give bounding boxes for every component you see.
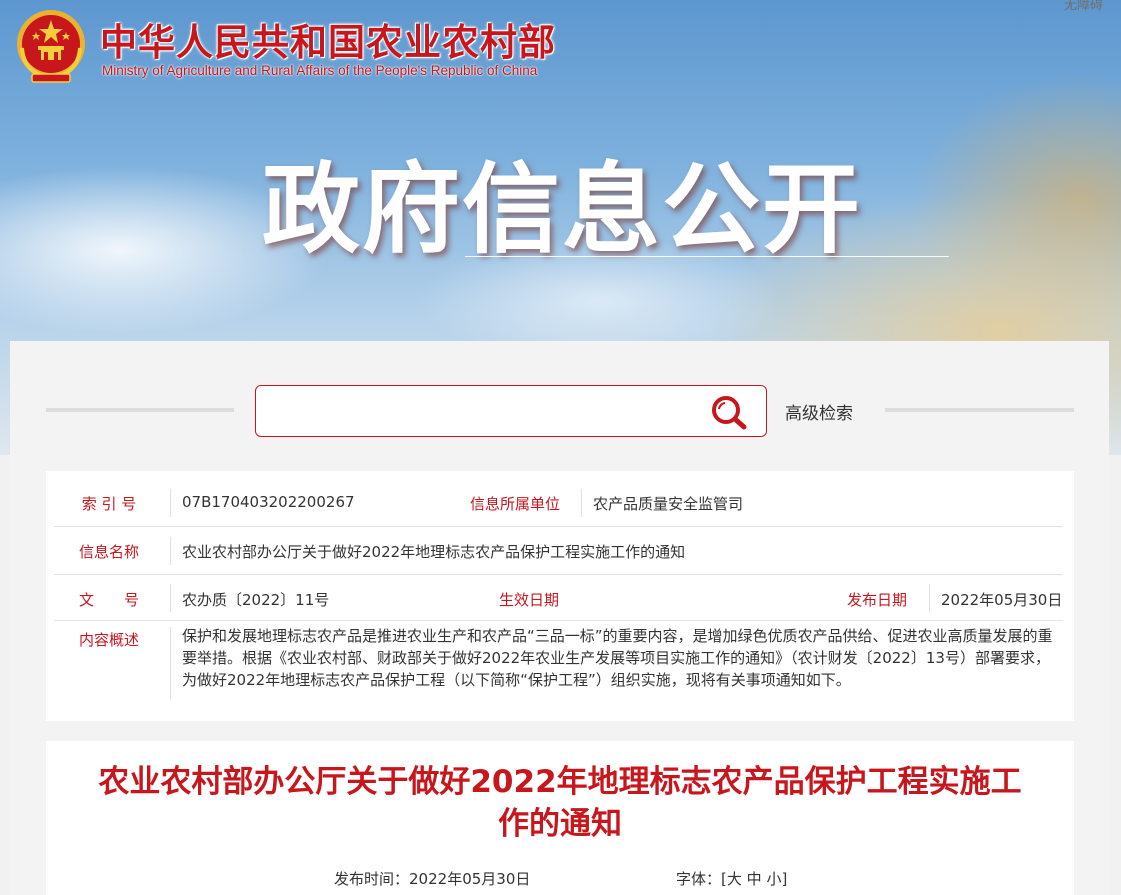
article-title: 农业农村部办公厅关于做好2022年地理标志农产品保护工程实施工作的通知	[98, 764, 1022, 842]
search-row: 高级检索	[10, 341, 1109, 471]
meta-separator	[581, 489, 582, 517]
index-label: 索 引 号	[81, 495, 137, 513]
font-medium-button[interactable]: 中	[747, 870, 762, 888]
effective-date-label: 生效日期	[498, 591, 559, 609]
accessibility-link[interactable]: 无障碍	[1064, 0, 1103, 13]
doc-number-value: 农办质〔2022〕11号	[182, 591, 330, 609]
meta-row-index: 索 引 号 07B170403202200267 信息所属单位 农产品质量安全监…	[54, 479, 1063, 527]
search-box	[255, 385, 767, 437]
summary-label: 内容概述	[78, 631, 139, 649]
name-label: 信息名称	[78, 543, 139, 561]
metadata-table: 索 引 号 07B170403202200267 信息所属单位 农产品质量安全监…	[46, 471, 1074, 721]
publish-time-label: 发布时间：	[334, 870, 410, 888]
banner-divider	[465, 256, 949, 257]
search-divider-right	[885, 408, 1074, 412]
meta-separator	[170, 489, 171, 517]
meta-separator	[170, 627, 171, 699]
meta-separator	[170, 584, 171, 612]
font-large-button[interactable]: 大	[727, 870, 742, 888]
meta-separator	[929, 584, 930, 612]
search-icon[interactable]	[710, 394, 748, 430]
unit-value: 农产品质量安全监管司	[593, 495, 744, 513]
meta-row-doc: 文 号 农办质〔2022〕11号 生效日期 发布日期 2022年05月30日	[54, 575, 1063, 621]
banner-title: 政府信息公开	[262, 153, 863, 267]
article: 农业农村部办公厅关于做好2022年地理标志农产品保护工程实施工作的通知 发布时间…	[46, 741, 1074, 895]
publish-date-value: 2022年05月30日	[941, 591, 1063, 609]
publish-time: 发布时间：2022年05月30日	[334, 868, 530, 889]
publish-time-value: 2022年05月30日	[409, 870, 531, 888]
summary-value: 保护和发展地理标志农产品是推进农业生产和农产品“三品一标”的重要内容，是增加绿色…	[182, 627, 1053, 689]
font-size-control: 字体：[大 中 小]	[676, 868, 787, 889]
search-divider-left	[46, 408, 234, 412]
doc-number-label: 文 号	[78, 591, 139, 609]
advanced-search-link[interactable]: 高级检索	[785, 399, 853, 424]
name-value: 农业农村部办公厅关于做好2022年地理标志农产品保护工程实施工作的通知	[182, 543, 686, 561]
national-emblem-icon	[17, 10, 85, 83]
publish-date-label: 发布日期	[846, 591, 907, 609]
index-value: 07B170403202200267	[182, 493, 355, 511]
site-name-en: Ministry of Agriculture and Rural Affair…	[102, 63, 538, 78]
search-input[interactable]	[266, 396, 696, 426]
font-small-button[interactable]: 小	[766, 870, 781, 888]
meta-row-name: 信息名称 农业农村部办公厅关于做好2022年地理标志农产品保护工程实施工作的通知	[54, 527, 1063, 575]
main-panel: 高级检索 索 引 号 07B170403202200267 信息所属单位 农产品…	[10, 341, 1109, 895]
site-name-cn: 中华人民共和国农业农村部	[100, 20, 556, 64]
font-bracket-close: ]	[781, 870, 788, 888]
meta-separator	[170, 537, 171, 565]
meta-row-summary: 内容概述 保护和发展地理标志农产品是推进农业生产和农产品“三品一标”的重要内容，…	[54, 621, 1063, 713]
font-size-label: 字体：	[676, 870, 722, 888]
unit-label: 信息所属单位	[469, 495, 560, 513]
